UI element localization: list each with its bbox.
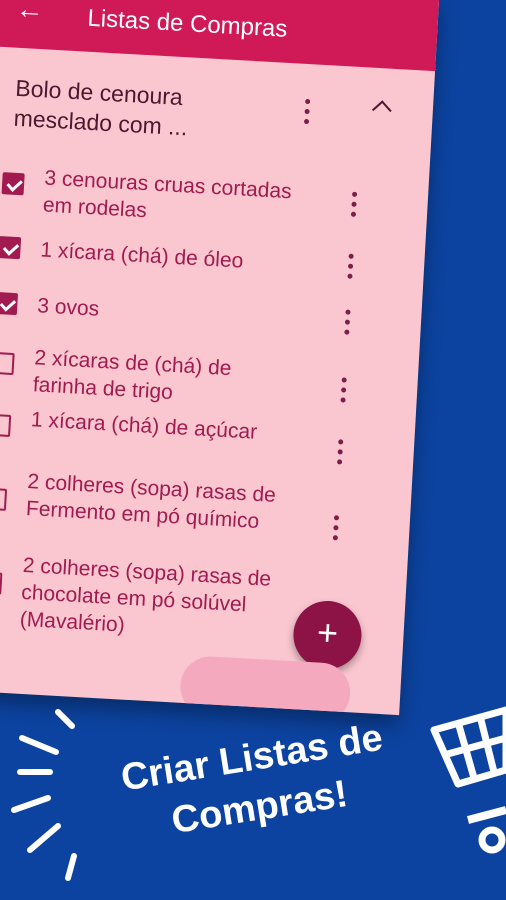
checkbox-unchecked[interactable] [0, 487, 8, 511]
item-text: 3 cenouras cruas cortadas em rodelas [42, 166, 293, 223]
phone-screen: ← Listas de Compras Bolo de cenoura mesc… [0, 0, 440, 716]
checkbox-unchecked[interactable] [0, 571, 3, 595]
list-item[interactable]: 1 xícara (chá) de óleo [0, 234, 399, 279]
checkbox-unchecked[interactable] [0, 413, 12, 437]
checkbox-unchecked[interactable] [0, 351, 15, 376]
list-item[interactable]: 3 ovos [0, 290, 396, 335]
list-item[interactable]: 2 colheres (sopa) rasas de Fermento em p… [0, 466, 386, 541]
item-text: 2 colheres (sopa) rasas de Fermento em p… [25, 470, 277, 533]
chevron-up-icon[interactable] [371, 100, 392, 121]
item-text: 2 xícaras de (chá) de farinha de trigo [32, 346, 233, 404]
more-vert-icon[interactable] [330, 515, 340, 545]
list-item[interactable]: 2 xícaras de (chá) de farinha de trigo [0, 342, 393, 404]
item-text: 2 colheres (sopa) rasas de chocolate em … [19, 553, 272, 637]
app-title: Listas de Compras [86, 4, 289, 43]
more-vert-icon[interactable] [335, 439, 345, 469]
list-item[interactable]: 2 colheres (sopa) rasas de chocolate em … [0, 550, 381, 637]
promo-headline: Criar Listas de Compras! [80, 707, 431, 859]
more-vert-icon[interactable] [338, 377, 348, 407]
more-vert-icon[interactable] [349, 191, 359, 222]
more-vert-icon[interactable] [342, 309, 352, 339]
list-title[interactable]: Bolo de cenoura mesclado com ... [13, 73, 246, 146]
bottom-tab[interactable] [178, 654, 352, 716]
more-vert-icon[interactable] [302, 98, 312, 129]
item-text: 1 xícara (chá) de açúcar [30, 408, 258, 444]
checkbox-checked[interactable] [0, 291, 19, 316]
list-item[interactable]: 3 cenouras cruas cortadas em rodelas [1, 162, 402, 222]
arrow-left-icon[interactable]: ← [15, 0, 45, 26]
checkbox-checked[interactable] [0, 236, 22, 260]
app-bar: ← Listas de Compras [0, 0, 440, 72]
shopping-cart-icon [430, 706, 506, 854]
checkbox-checked[interactable] [1, 172, 25, 196]
more-vert-icon[interactable] [345, 253, 355, 283]
add-item-button[interactable]: + [291, 599, 364, 671]
item-text: 1 xícara (chá) de óleo [39, 238, 244, 273]
item-text: 3 ovos [36, 294, 100, 321]
